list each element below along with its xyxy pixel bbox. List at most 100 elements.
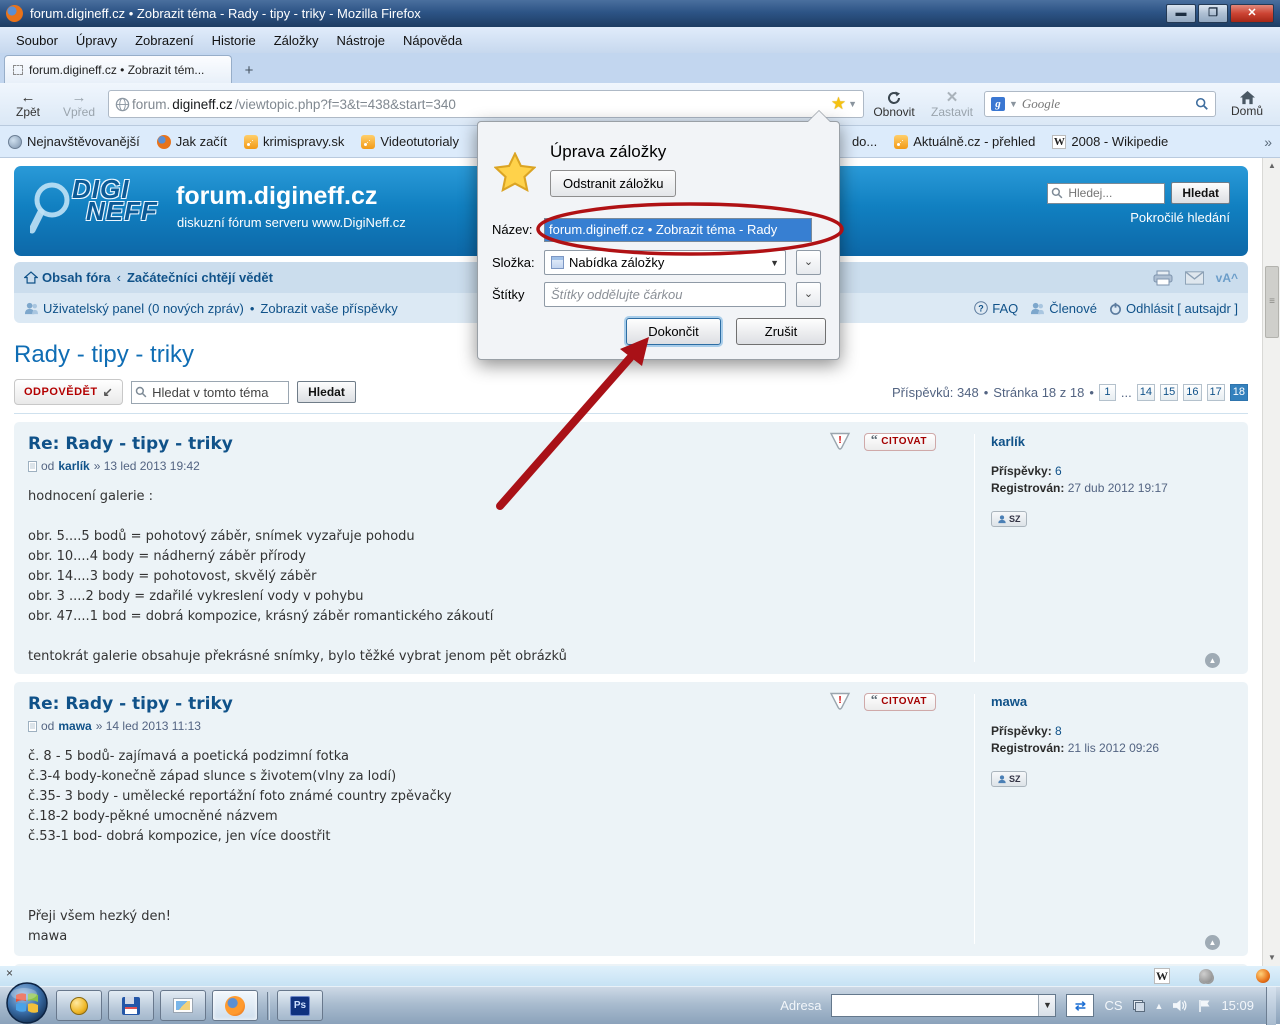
menu-soubor[interactable]: Soubor: [8, 30, 66, 51]
wikipedia-shortcut-icon[interactable]: W: [1154, 968, 1170, 984]
scroll-down-icon[interactable]: ▼: [1263, 950, 1280, 966]
site-title[interactable]: forum.digineff.cz: [176, 182, 377, 211]
language-indicator[interactable]: CS: [1104, 998, 1122, 1013]
forward-button[interactable]: → Vpřed: [54, 90, 104, 119]
faq-link[interactable]: ? FAQ: [974, 301, 1018, 316]
page-link-1[interactable]: 1: [1099, 384, 1116, 401]
email-icon[interactable]: [1185, 271, 1204, 285]
new-tab-button[interactable]: +: [236, 61, 262, 83]
taskbar-app-save[interactable]: [108, 990, 154, 1021]
members-link[interactable]: Členové: [1030, 301, 1097, 316]
font-size-icon[interactable]: vA^: [1216, 271, 1238, 285]
topic-search-input[interactable]: [131, 381, 289, 404]
vertical-scrollbar[interactable]: ▲ ▼: [1262, 158, 1280, 966]
bookmark-name-input[interactable]: forum.digineff.cz • Zobrazit téma - Rady: [544, 218, 812, 242]
page-link-18-current[interactable]: 18: [1230, 384, 1248, 401]
show-hidden-icons-button[interactable]: ▲: [1155, 1001, 1164, 1011]
bookmark-krimispravy[interactable]: krimispravy.sk: [244, 134, 344, 149]
logout-link[interactable]: Odhlásit [ autsajdr ]: [1109, 301, 1238, 316]
menu-napoveda[interactable]: Nápověda: [395, 30, 470, 51]
firefox-shortcut-icon[interactable]: [1256, 969, 1270, 983]
folder-select[interactable]: Nabídka záložky ▼: [544, 250, 786, 275]
start-button[interactable]: [4, 982, 50, 1024]
language-bar-icon[interactable]: [1133, 1000, 1145, 1012]
bookmark-jak-zacit[interactable]: Jak začít: [157, 134, 227, 149]
scrollbar-thumb[interactable]: [1265, 266, 1279, 338]
page-link-16[interactable]: 16: [1183, 384, 1201, 401]
menu-zalozky[interactable]: Záložky: [266, 30, 327, 51]
folder-expander-button[interactable]: ⌄: [796, 250, 821, 275]
scroll-up-icon[interactable]: ▲: [1263, 158, 1280, 174]
reload-button[interactable]: Obnovit: [868, 90, 920, 119]
taskbar-app-firefox[interactable]: [212, 990, 258, 1021]
profile-posts-count[interactable]: 8: [1055, 724, 1062, 738]
clock[interactable]: 15:09: [1221, 998, 1254, 1013]
search-bar[interactable]: g ▼ Google: [984, 91, 1216, 117]
urlbar-dropdown-icon[interactable]: ▼: [848, 99, 857, 109]
url-bar[interactable]: forum.digineff.cz/viewtopic.php?f=3&t=43…: [108, 90, 864, 118]
cancel-button[interactable]: Zrušit: [736, 318, 826, 345]
post-author-link[interactable]: karlík: [58, 459, 89, 473]
tab-forum-digineff[interactable]: forum.digineff.cz • Zobrazit tém...: [4, 55, 232, 83]
back-to-top-icon[interactable]: ▲: [1205, 935, 1220, 950]
show-desktop-button[interactable]: [1266, 987, 1276, 1025]
taskbar-app-yellow[interactable]: [56, 990, 102, 1021]
show-your-posts-link[interactable]: Zobrazit vaše příspěvky: [260, 301, 397, 316]
post-author-link[interactable]: mawa: [58, 719, 91, 733]
google-engine-icon[interactable]: g: [991, 97, 1005, 111]
gear-shortcut-icon[interactable]: [1199, 969, 1213, 983]
action-center-flag-icon[interactable]: [1198, 999, 1211, 1013]
forum-search-button[interactable]: Hledat: [1171, 182, 1230, 204]
reply-button[interactable]: ODPOVĚDĚT ↙: [14, 379, 123, 405]
menu-zobrazeni[interactable]: Zobrazení: [127, 30, 202, 51]
page-link-15[interactable]: 15: [1160, 384, 1178, 401]
forum-search-input[interactable]: [1047, 183, 1165, 204]
bookmark-aktualne[interactable]: Aktuálně.cz - přehled: [894, 134, 1035, 149]
bookmark-videotutorialy[interactable]: Videotutorialy: [361, 134, 459, 149]
page-link-17[interactable]: 17: [1207, 384, 1225, 401]
restore-button[interactable]: ❐: [1198, 4, 1228, 23]
page-link-14[interactable]: 14: [1137, 384, 1155, 401]
profile-name-link[interactable]: mawa: [991, 694, 1234, 709]
post-title-link[interactable]: Re: Rady - tipy - triky: [28, 694, 960, 714]
bookmark-wikipedia-2008[interactable]: W 2008 - Wikipedie: [1052, 134, 1168, 149]
print-icon[interactable]: [1153, 270, 1173, 286]
address-combobox[interactable]: ▼: [831, 994, 1056, 1017]
tags-expander-button[interactable]: ⌄: [796, 282, 821, 307]
menu-upravy[interactable]: Úpravy: [68, 30, 125, 51]
menu-historie[interactable]: Historie: [204, 30, 264, 51]
address-go-button[interactable]: ⇄: [1066, 994, 1094, 1017]
minimize-button[interactable]: ▬: [1166, 4, 1196, 23]
profile-name-link[interactable]: karlík: [991, 434, 1234, 449]
user-panel-link[interactable]: Uživatelský panel (0 nových zpráv): [43, 301, 244, 316]
done-button[interactable]: Dokončit: [626, 318, 721, 345]
profile-posts-count[interactable]: 6: [1055, 464, 1062, 478]
stop-button[interactable]: ✕ Zastavit: [924, 90, 980, 119]
report-warning-icon[interactable]: !: [829, 432, 851, 451]
chevron-down-icon[interactable]: ▼: [1038, 995, 1055, 1016]
bookmarks-overflow-button[interactable]: »: [1264, 134, 1272, 150]
back-button[interactable]: ← Zpět: [6, 90, 50, 119]
topic-search-button[interactable]: Hledat: [297, 381, 356, 403]
close-button[interactable]: ✕: [1230, 4, 1274, 23]
advanced-search-link[interactable]: Pokročilé hledání: [1130, 210, 1230, 225]
search-magnifier-icon[interactable]: [1195, 97, 1209, 111]
volume-icon[interactable]: [1173, 999, 1188, 1012]
private-message-button[interactable]: SZ: [991, 511, 1027, 527]
taskbar-app-mail[interactable]: [160, 990, 206, 1021]
engine-dropdown-icon[interactable]: ▼: [1009, 99, 1018, 109]
remove-bookmark-button[interactable]: Odstranit záložku: [550, 170, 676, 197]
post-title-link[interactable]: Re: Rady - tipy - triky: [28, 434, 960, 454]
digineff-logo[interactable]: DIGI NEFF: [72, 178, 158, 222]
back-to-top-icon[interactable]: ▲: [1205, 653, 1220, 668]
tags-input[interactable]: [544, 282, 786, 307]
report-warning-icon[interactable]: !: [829, 692, 851, 711]
bookmark-do[interactable]: do...: [852, 134, 877, 149]
taskbar-app-photoshop[interactable]: Ps: [277, 990, 323, 1021]
bookmark-most-visited[interactable]: Nejnavštěvovanější: [8, 134, 140, 149]
quote-button[interactable]: “ CITOVAT: [864, 433, 936, 451]
private-message-button[interactable]: SZ: [991, 771, 1027, 787]
home-button[interactable]: Domů: [1220, 90, 1274, 118]
quote-button[interactable]: “ CITOVAT: [864, 693, 936, 711]
breadcrumb-root-link[interactable]: Obsah fóra: [42, 270, 111, 285]
